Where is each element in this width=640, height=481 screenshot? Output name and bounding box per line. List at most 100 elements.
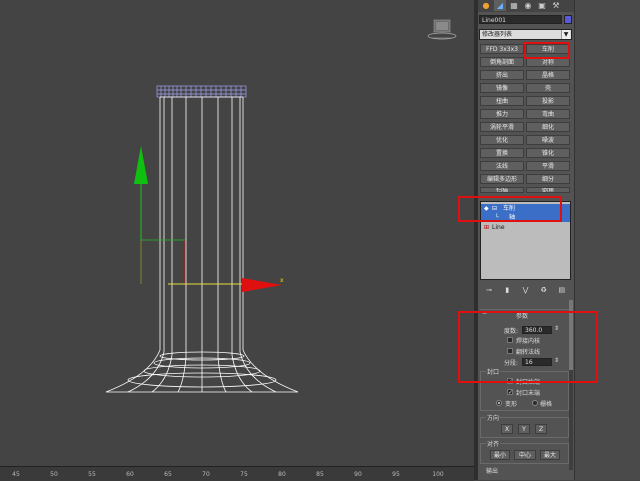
pin-stack-icon[interactable]: ⊸: [484, 285, 494, 295]
modifier-button[interactable]: 锥化: [526, 148, 570, 158]
parameters-rollout-header[interactable]: − 参数: [480, 309, 569, 320]
stack-item-lathe[interactable]: ◆ ⊟ 车削: [481, 204, 570, 213]
segments-label: 分段:: [504, 360, 519, 367]
modifier-button[interactable]: 挤出: [480, 70, 524, 80]
morph-label: 变形: [505, 401, 518, 408]
align-max-button[interactable]: 最大: [540, 450, 560, 460]
ruler-label: 45: [12, 471, 20, 478]
modifier-button[interactable]: 噪波: [526, 135, 570, 145]
modifier-button[interactable]: 细化: [526, 122, 570, 132]
display-icon: ▣: [538, 1, 546, 10]
collapse-icon: −: [482, 310, 488, 317]
modifier-button[interactable]: 镜像: [480, 83, 524, 93]
stack-item-axis[interactable]: └ 轴: [481, 213, 570, 222]
segments-spinner[interactable]: 16: [522, 358, 552, 366]
spinner-arrows-icon: ⇕: [554, 357, 560, 364]
stack-item-line-label: Line: [492, 224, 505, 231]
ruler-label: 85: [316, 471, 324, 478]
modifier-button[interactable]: 倒角剖面: [480, 57, 524, 67]
hierarchy-tab[interactable]: ▦: [508, 0, 520, 11]
modifier-button[interactable]: 扫描: [480, 187, 524, 193]
expand-icon: ⊞: [484, 224, 490, 231]
lathe-top-cap[interactable]: [156, 85, 247, 98]
bend-icon: ◢: [496, 1, 504, 10]
weld-core-checkbox[interactable]: [507, 337, 513, 343]
gizmo-x-label: x: [280, 277, 284, 284]
grid-label: 栅格: [540, 401, 553, 408]
modifier-button[interactable]: 壳: [526, 83, 570, 93]
direction-y-button[interactable]: Y: [518, 424, 530, 434]
modifier-list-dropdown[interactable]: 修改器列表 ▼: [479, 29, 572, 40]
ruler-label: 55: [88, 471, 96, 478]
align-min-button[interactable]: 最小: [490, 450, 510, 460]
hierarchy-icon: ▦: [510, 1, 518, 10]
object-name-field[interactable]: Line001: [479, 15, 562, 24]
ruler-label: 60: [126, 471, 134, 478]
modifier-button[interactable]: 车削: [526, 44, 570, 54]
ruler-label: 70: [202, 471, 210, 478]
output-title: 输出: [486, 468, 499, 475]
ruler-label: 95: [392, 471, 400, 478]
modifier-button[interactable]: 弯曲: [526, 109, 570, 119]
modifier-button[interactable]: 晶格: [526, 70, 570, 80]
modify-tab[interactable]: ◢: [494, 0, 506, 11]
modifier-stack[interactable]: ◆ ⊟ 车削 └ 轴 ⊞ Line: [480, 201, 571, 280]
cap-end-checkbox[interactable]: ✓: [507, 389, 513, 396]
modifier-button[interactable]: 倒角: [526, 187, 570, 193]
modifier-button[interactable]: 法线: [480, 161, 524, 171]
view-cube[interactable]: [427, 19, 457, 40]
object-color-swatch[interactable]: [564, 15, 572, 24]
stack-item-axis-label: 轴: [509, 214, 516, 221]
weld-core-label: 焊接内核: [516, 338, 541, 345]
motion-tab[interactable]: ◉: [522, 0, 534, 11]
stack-item-line[interactable]: ⊞ Line: [481, 223, 570, 232]
morph-radio[interactable]: [496, 400, 502, 406]
degrees-label: 度数:: [504, 328, 519, 335]
spinner-arrows-icon: ⇕: [554, 325, 560, 332]
cap-start-checkbox[interactable]: ✓: [507, 378, 513, 385]
modifier-button[interactable]: FFD 3x3x3: [480, 44, 524, 54]
viewport-front[interactable]: x: [0, 0, 474, 466]
lathe-column-mesh[interactable]: [105, 96, 299, 393]
capping-title: 封口: [486, 367, 501, 376]
time-ruler[interactable]: 45 50 55 60 65 70 75 80 85 90 95 100: [0, 466, 474, 481]
viewport-scene: [105, 19, 457, 393]
move-gizmo[interactable]: [134, 146, 282, 292]
stack-toolbar: ⊸ ▮ ⋁ ♻ ▤: [480, 284, 571, 296]
command-panel-scrollbar[interactable]: [569, 300, 573, 470]
parameters-title: 参数: [516, 313, 529, 320]
grid-radio[interactable]: [532, 400, 538, 406]
ruler-label: 80: [278, 471, 286, 478]
degrees-spinner[interactable]: 360.0: [522, 326, 552, 334]
show-end-result-icon[interactable]: ▮: [502, 285, 512, 295]
direction-z-button[interactable]: Z: [535, 424, 547, 434]
make-unique-icon[interactable]: ⋁: [520, 285, 530, 295]
modifier-button[interactable]: 细分: [526, 174, 570, 184]
utilities-tab[interactable]: ⚒: [550, 0, 562, 11]
ruler-label: 90: [354, 471, 362, 478]
modifier-button[interactable]: 投影: [526, 96, 570, 106]
modifier-button[interactable]: 推力: [480, 109, 524, 119]
display-tab[interactable]: ▣: [536, 0, 548, 11]
modifier-button[interactable]: 扭曲: [480, 96, 524, 106]
scrollbar-thumb[interactable]: [569, 300, 573, 370]
modifier-button[interactable]: 编辑多边形: [480, 174, 524, 184]
modifier-button[interactable]: 涡轮平滑: [480, 122, 524, 132]
stack-item-lathe-label: 车削: [503, 205, 516, 212]
modifier-button[interactable]: 优化: [480, 135, 524, 145]
create-tab[interactable]: ●: [480, 0, 492, 11]
align-center-button[interactable]: 中心: [514, 450, 536, 460]
direction-x-button[interactable]: X: [501, 424, 513, 434]
flip-normals-checkbox[interactable]: [507, 348, 513, 354]
gizmo-x-arrow: [242, 278, 282, 292]
flip-normals-label: 翻转法线: [516, 349, 541, 356]
configure-sets-icon[interactable]: ▤: [557, 285, 567, 295]
gizmo-y-arrow: [134, 146, 148, 184]
modifier-button[interactable]: 置换: [480, 148, 524, 158]
modifier-button[interactable]: 平滑: [526, 161, 570, 171]
modifier-button[interactable]: 对称: [526, 57, 570, 67]
command-panel: ● ◢ ▦ ◉ ▣ ⚒ Line001 修改器列表 ▼ FFD 3x3x3 车削…: [478, 0, 574, 480]
remove-modifier-icon[interactable]: ♻: [539, 285, 549, 295]
ruler-label: 100: [432, 471, 444, 478]
side-panel: [574, 0, 640, 480]
